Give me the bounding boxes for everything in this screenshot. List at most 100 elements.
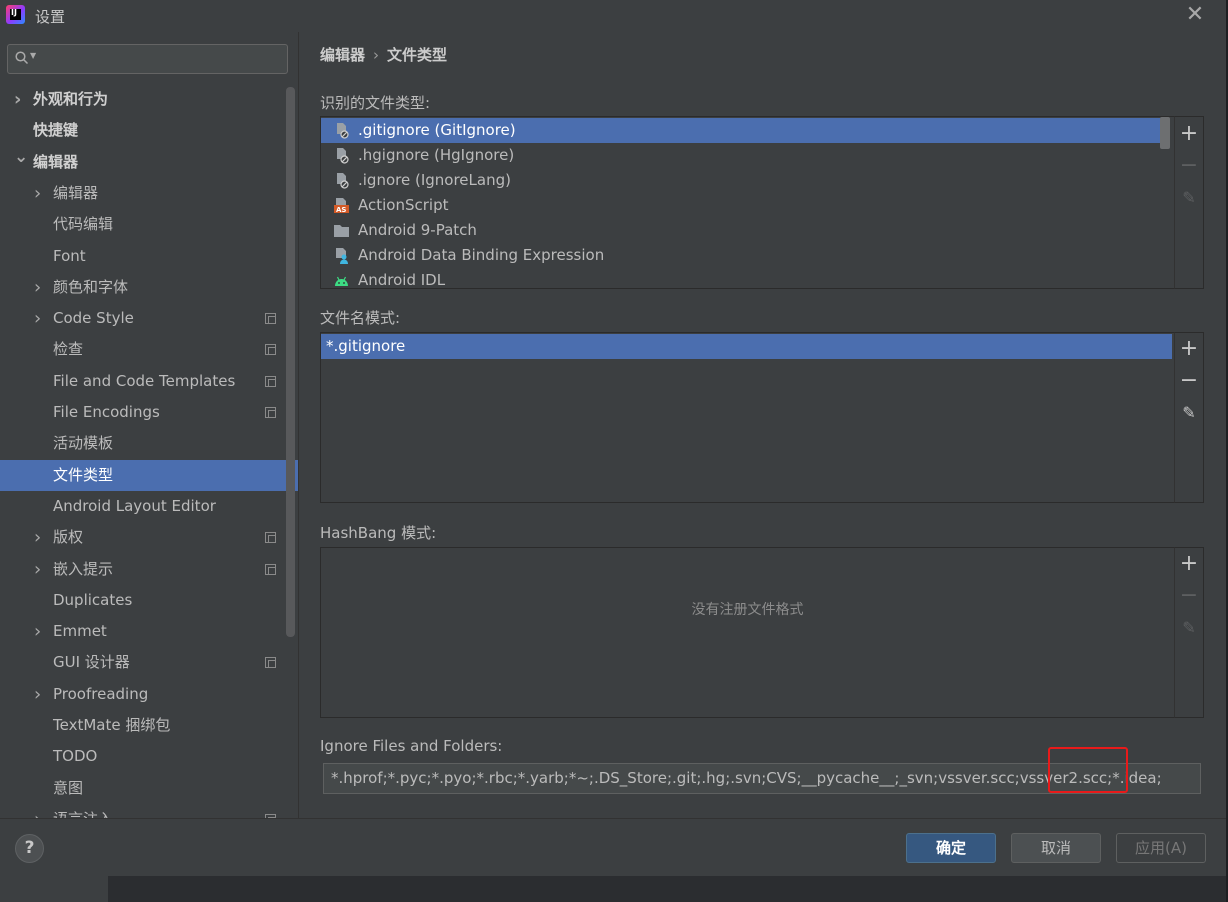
chevron-down-icon[interactable]: ⌄ (14, 142, 28, 173)
file-type-label: .ignore (IgnoreLang) (358, 171, 511, 189)
file-type-label: .hgignore (HgIgnore) (358, 146, 515, 164)
sidebar-item-label: 检查 (53, 340, 84, 358)
sidebar-item[interactable]: › 编辑器 (0, 178, 298, 209)
chevron-right-icon[interactable]: › (14, 84, 28, 115)
file-type-item[interactable]: Android Data Binding Expression (321, 243, 1161, 268)
chevron-right-icon[interactable]: › (34, 522, 48, 553)
sidebar-item[interactable]: › Emmet (0, 616, 298, 647)
sidebar-item[interactable]: Android Layout Editor (0, 491, 298, 522)
intellij-app-icon: IJ (6, 5, 25, 24)
project-scope-icon (265, 344, 276, 355)
cancel-button[interactable]: 取消 (1011, 833, 1101, 863)
sidebar-item-label: 文件类型 (53, 466, 114, 484)
sidebar-item-label: 活动模板 (53, 434, 114, 452)
svg-text:AS: AS (336, 206, 346, 214)
ok-button[interactable]: 确定 (906, 833, 996, 863)
sidebar-item[interactable]: › Proofreading (0, 679, 298, 710)
panel-divider[interactable] (298, 32, 299, 818)
sidebar-item-label: Duplicates (53, 591, 133, 609)
file-type-label: Android IDL (358, 271, 446, 289)
sidebar-item[interactable]: › 嵌入提示 (0, 554, 298, 585)
file-type-item[interactable]: .ignore (IgnoreLang) (321, 168, 1161, 193)
sidebar-item[interactable]: › 版权 (0, 522, 298, 553)
hashbang-label: HashBang 模式: (320, 524, 437, 542)
chevron-right-icon[interactable]: › (34, 616, 48, 647)
dialog-footer: ? 确定 取消 应用(A) (0, 818, 1226, 876)
ignore-file-icon (333, 147, 350, 164)
add-file-type-button[interactable]: + (1175, 123, 1203, 145)
sidebar-item[interactable]: ⌄ 编辑器 (0, 147, 298, 178)
remove-pattern-button[interactable]: − (1175, 370, 1203, 392)
ignore-file-icon (333, 172, 350, 189)
sidebar-item-label: 编辑器 (33, 153, 79, 171)
settings-search-input[interactable]: ▼ (7, 44, 288, 74)
apply-button[interactable]: 应用(A) (1116, 833, 1206, 863)
add-pattern-button[interactable]: + (1175, 338, 1203, 360)
background-window-left (0, 876, 108, 902)
edit-hashbang-button[interactable]: ✎ (1175, 617, 1203, 639)
sidebar-item[interactable]: 代码编辑 (0, 209, 298, 240)
sidebar-item-label: Font (53, 247, 86, 265)
chevron-right-icon[interactable]: › (34, 272, 48, 303)
sidebar-item[interactable]: 文件类型 (0, 460, 298, 491)
background-window (0, 876, 1228, 902)
remove-hashbang-button[interactable]: − (1175, 585, 1203, 607)
sidebar-scrollbar[interactable] (286, 87, 295, 637)
chevron-right-icon[interactable]: › (34, 554, 48, 585)
breadcrumb-separator-icon: › (373, 46, 380, 64)
sidebar-item-label: GUI 设计器 (53, 653, 130, 671)
sidebar-item-label: 意图 (53, 779, 84, 797)
recognized-types-label: 识别的文件类型: (320, 94, 431, 112)
ignore-file-icon (333, 122, 350, 139)
sidebar-item[interactable]: File Encodings (0, 397, 298, 428)
chevron-right-icon[interactable]: › (34, 303, 48, 334)
pattern-item-label: *.gitignore (326, 337, 406, 355)
search-dropdown-icon[interactable]: ▼ (30, 51, 36, 60)
sidebar-item-label: 版权 (53, 528, 84, 546)
sidebar-item[interactable]: TextMate 捆绑包 (0, 710, 298, 741)
sidebar-item[interactable]: › 颜色和字体 (0, 272, 298, 303)
sidebar-item[interactable]: Font (0, 241, 298, 272)
remove-file-type-button[interactable]: − (1175, 155, 1203, 177)
project-scope-icon (265, 313, 276, 324)
sidebar-item-label: 快捷键 (33, 121, 79, 139)
file-type-label: ActionScript (358, 196, 449, 214)
file-type-item[interactable]: AS ActionScript (321, 193, 1161, 218)
help-button[interactable]: ? (15, 834, 44, 863)
add-hashbang-button[interactable]: + (1175, 553, 1203, 575)
sidebar-item[interactable]: GUI 设计器 (0, 647, 298, 678)
sidebar-item[interactable]: › Code Style (0, 303, 298, 334)
file-type-item[interactable]: Android 9-Patch (321, 218, 1161, 243)
recognized-types-scrollbar[interactable] (1160, 117, 1170, 149)
sidebar-item[interactable]: 快捷键 (0, 115, 298, 146)
file-type-label: Android Data Binding Expression (358, 246, 605, 264)
file-type-item[interactable]: .hgignore (HgIgnore) (321, 143, 1161, 168)
breadcrumb: 编辑器 › 文件类型 (320, 44, 447, 65)
sidebar-item[interactable]: 活动模板 (0, 428, 298, 459)
sidebar-item[interactable]: › 语言注入 (0, 804, 298, 818)
highlight-annotation (1048, 747, 1128, 793)
chevron-right-icon[interactable]: › (34, 679, 48, 710)
folder-icon (333, 222, 350, 239)
sidebar-item[interactable]: › 外观和行为 (0, 84, 298, 115)
file-type-item[interactable]: Android IDL (321, 268, 1161, 289)
file-type-item[interactable]: .gitignore (GitIgnore) (321, 118, 1161, 143)
sidebar-item[interactable]: 意图 (0, 773, 298, 804)
sidebar-item[interactable]: Duplicates (0, 585, 298, 616)
recognized-types-list: .gitignore (GitIgnore) .hgignore (HgIgnor… (320, 116, 1175, 289)
hashbang-list: 没有注册文件格式 (320, 547, 1175, 718)
sidebar-item[interactable]: File and Code Templates (0, 366, 298, 397)
sidebar-item-label: 代码编辑 (53, 215, 114, 233)
edit-file-type-button[interactable]: ✎ (1175, 187, 1203, 209)
chevron-right-icon[interactable]: › (34, 178, 48, 209)
pattern-item[interactable]: *.gitignore (321, 334, 1172, 359)
ignore-label: Ignore Files and Folders: (320, 737, 503, 755)
sidebar-item[interactable]: TODO (0, 741, 298, 772)
sidebar-item[interactable]: 检查 (0, 334, 298, 365)
chevron-right-icon[interactable]: › (34, 804, 48, 818)
recognized-types-toolbar: + − ✎ (1174, 116, 1204, 289)
sidebar-item-label: Proofreading (53, 685, 149, 703)
close-icon[interactable]: ✕ (1184, 4, 1206, 26)
hashbang-toolbar: + − ✎ (1174, 547, 1204, 718)
edit-pattern-button[interactable]: ✎ (1175, 402, 1203, 424)
